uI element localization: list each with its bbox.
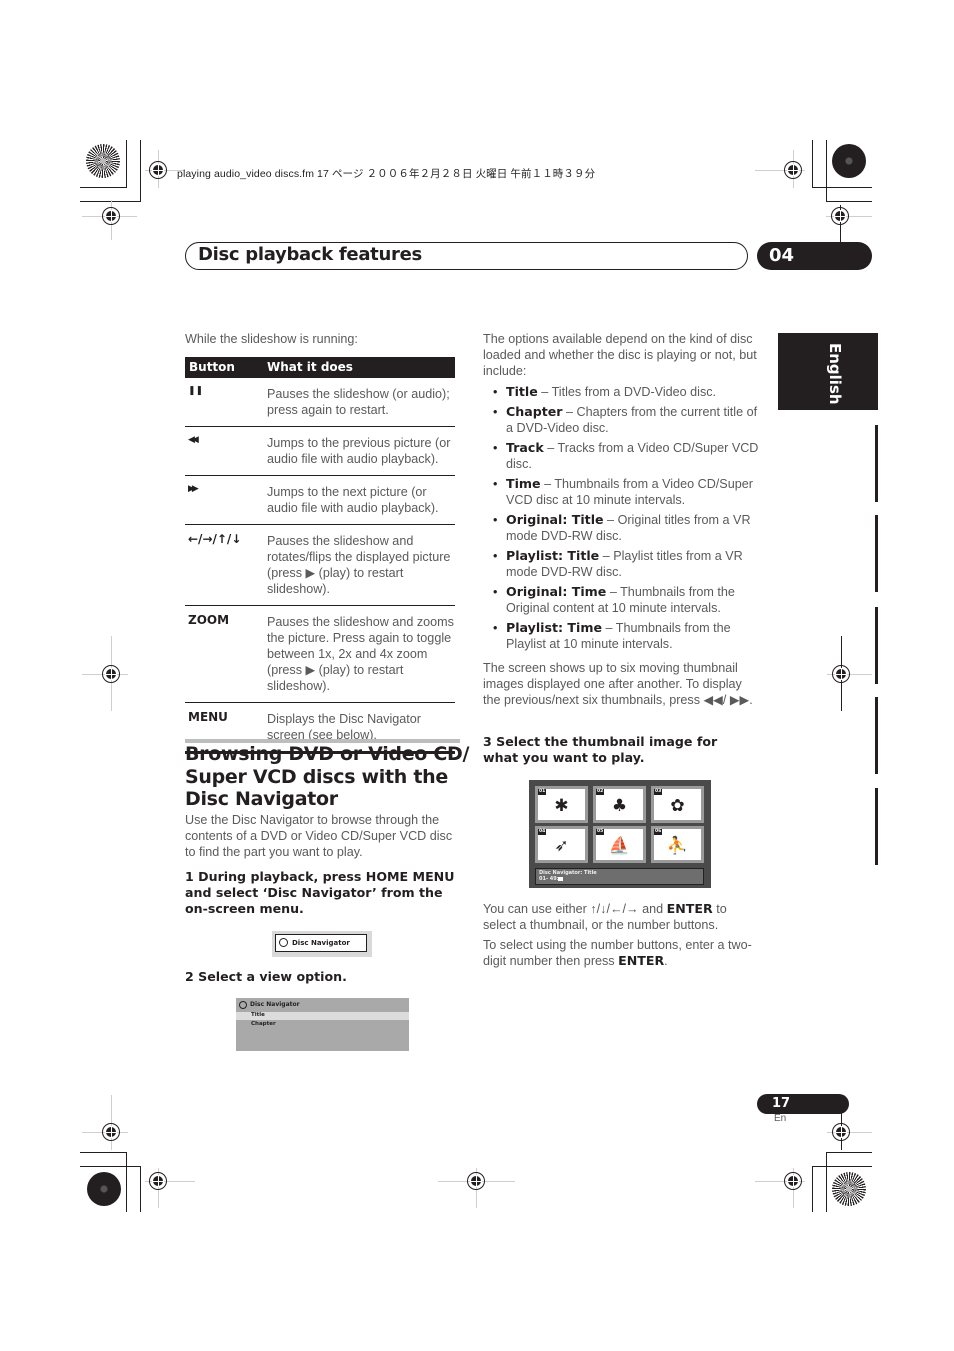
menu-item-title: Title — [251, 1012, 265, 1018]
language-label: English — [826, 343, 844, 405]
list-item: Time – Thumbnails from a Video CD/Super … — [483, 476, 761, 508]
section-intro: Use the Disc Navigator to browse through… — [185, 813, 453, 859]
windsurfer-icon: ⛵ — [608, 836, 631, 856]
thumbnail: 06 ⛹ — [651, 826, 704, 863]
disc-icon — [279, 938, 288, 947]
slideshow-intro: While the slideshow is running: — [185, 332, 358, 346]
table-row: ZOOM Pauses the slideshow and zooms the … — [185, 606, 455, 703]
registration-mark-icon — [149, 1172, 167, 1190]
registration-mark-icon — [832, 665, 850, 683]
row-description: Pauses the slideshow and zooms the pictu… — [267, 615, 454, 693]
table-row: ←/→/↑/↓ Pauses the slideshow and rotates… — [185, 525, 455, 606]
list-item: Playlist: Title – Playlist titles from a… — [483, 548, 761, 580]
previous-icon: ◀◀ — [188, 435, 199, 445]
disc-navigator-menu-item: Disc Navigator — [272, 931, 372, 957]
thumbnail: 05 ⛵ — [593, 826, 646, 863]
step-1: 1 During playback, press HOME MENU and s… — [185, 869, 455, 916]
zoom-button-label: ZOOM — [188, 613, 230, 627]
registration-target-icon — [87, 1172, 121, 1206]
row-description: Jumps to the next picture (or audio file… — [267, 485, 439, 515]
registration-mark-icon — [149, 161, 167, 179]
file-slug-line: playing audio_video discs.fm 17 ページ ２００６… — [177, 168, 596, 180]
step-3: 3 Select the thumbnail image for what yo… — [483, 734, 718, 765]
thumbnail: 01 ✱ — [535, 786, 588, 823]
pause-icon: ❚❚ — [188, 386, 204, 396]
menu-title: Disc Navigator — [250, 1001, 300, 1008]
leaf-icon: ✱ — [554, 796, 569, 816]
thumbnail: 04 ➶ — [535, 826, 588, 863]
toucan-icon: ➶ — [554, 836, 569, 856]
list-item: Playlist: Time – Thumbnails from the Pla… — [483, 620, 761, 652]
row-description: Pauses the slideshow (or audio); press a… — [267, 387, 450, 417]
list-item: Original: Time – Thumbnails from the Ori… — [483, 584, 761, 616]
edge-bar — [875, 607, 878, 684]
page-number: 17 — [757, 1094, 849, 1114]
step-2: 2 Select a view option. — [185, 969, 347, 984]
registration-mark-icon — [784, 161, 802, 179]
page-language-code: En — [774, 1113, 787, 1124]
registration-mark-icon — [467, 1172, 485, 1190]
arrow-keys-icon: ←/→/↑/↓ — [188, 532, 242, 546]
language-tab: English — [778, 333, 878, 410]
slideshow-button-table: Button What it does ❚❚ Pauses the slides… — [185, 357, 455, 754]
chapter-number: 04 — [757, 242, 872, 270]
registration-mark-icon — [102, 1123, 120, 1141]
list-item: Track – Tracks from a Video CD/Super VCD… — [483, 440, 761, 472]
page-title: Disc playback features — [198, 244, 422, 265]
registration-mark-icon — [784, 1172, 802, 1190]
edge-bar — [875, 425, 878, 502]
select-instructions-1: You can use either ↑/↓/←/→ and ENTER to … — [483, 901, 727, 932]
disc-navigator-label: Disc Navigator — [292, 939, 350, 947]
select-instructions-2: To select using the number buttons, ente… — [483, 938, 752, 968]
registration-target-icon — [832, 144, 866, 178]
edge-bar — [875, 697, 878, 774]
input-cursor-icon — [558, 877, 563, 881]
thumbnail: 02 ♣ — [593, 786, 646, 823]
table-row: ❚❚ Pauses the slideshow (or audio); pres… — [185, 378, 455, 427]
table-row: ◀◀ Jumps to the previous picture (or aud… — [185, 427, 455, 476]
registration-mark-icon — [832, 1123, 850, 1141]
row-description: Jumps to the previous picture (or audio … — [267, 436, 451, 466]
list-item: Chapter – Chapters from the current titl… — [483, 404, 761, 436]
menu-button-label: MENU — [188, 710, 228, 724]
flower-icon: ✿ — [670, 796, 685, 816]
row-description: Pauses the slideshow and rotates/flips t… — [267, 534, 451, 596]
section-heading: Browsing DVD or Video CD/ Super VCD disc… — [185, 743, 470, 810]
options-intro: The options available depend on the kind… — [483, 332, 757, 378]
table-row: ▶▶ Jumps to the next picture (or audio f… — [185, 476, 455, 525]
edge-bar — [875, 788, 878, 865]
table-header: Button What it does — [185, 357, 455, 378]
registration-mark-icon — [831, 207, 849, 225]
column-header-what: What it does — [267, 360, 353, 374]
registration-mark-icon — [102, 207, 120, 225]
menu-item-chapter: Chapter — [251, 1021, 276, 1027]
thumbnail: 03 ✿ — [651, 786, 704, 823]
view-options-list: Title – Titles from a DVD-Video disc. Ch… — [483, 384, 761, 656]
skater-icon: ⛹ — [666, 836, 689, 856]
list-item: Original: Title – Original titles from a… — [483, 512, 761, 544]
disc-icon — [239, 1001, 247, 1009]
thumbnail-screen: 01 ✱ 02 ♣ 03 ✿ 04 ➶ 05 ⛵ 06 ⛹ Disc Navig… — [529, 780, 711, 888]
registration-mark-icon — [102, 665, 120, 683]
column-header-button: Button — [189, 360, 235, 374]
thumbnail-status-bar: Disc Navigator: Title 01- 49: — [535, 868, 704, 885]
tree-icon: ♣ — [611, 796, 628, 816]
list-item: Title – Titles from a DVD-Video disc. — [483, 384, 761, 400]
next-icon: ▶▶ — [188, 484, 199, 494]
thumbnail-paragraph: The screen shows up to six moving thumbn… — [483, 661, 753, 707]
edge-bar — [875, 515, 878, 592]
registration-target-icon — [832, 1172, 866, 1206]
registration-target-icon — [86, 144, 120, 178]
view-option-menu-screenshot: Disc Navigator Title Chapter — [236, 998, 409, 1051]
